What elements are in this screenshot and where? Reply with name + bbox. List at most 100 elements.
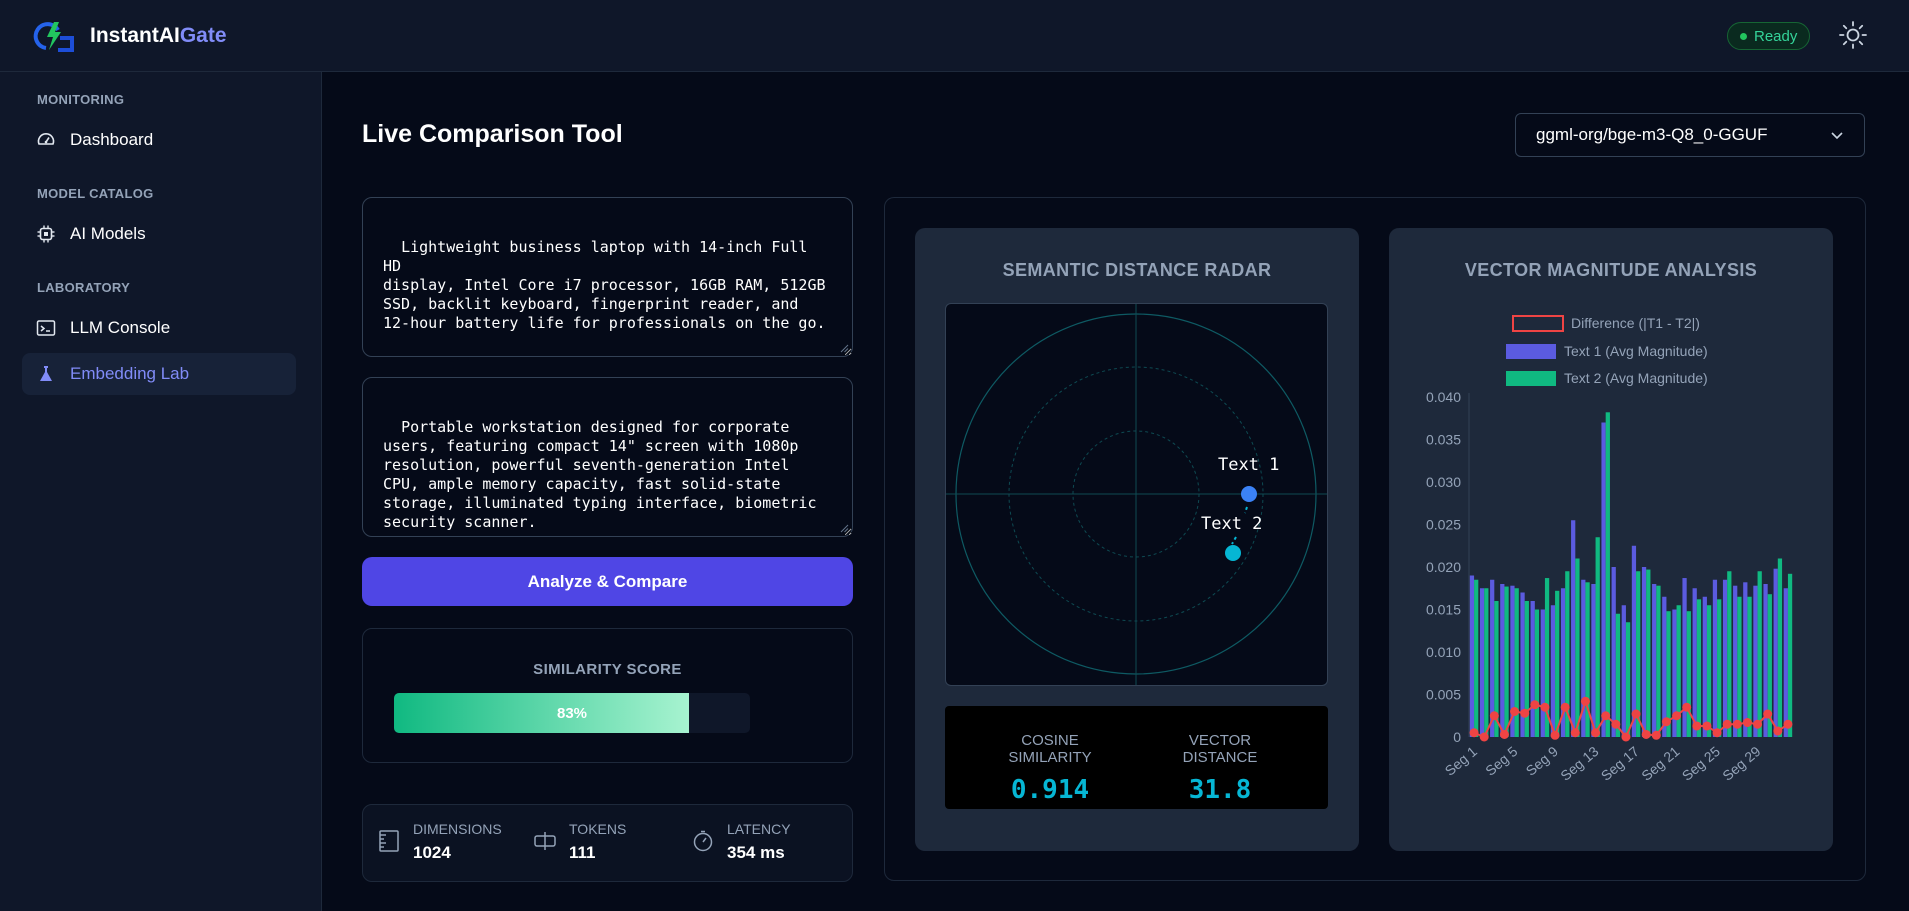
legend-label: Text 2 (Avg Magnitude) [1564, 370, 1708, 386]
legend-swatch [1506, 344, 1556, 359]
bar-text1 [1631, 545, 1637, 737]
magnitude-chart: 0 0.005 0.010 0.015 0.020 0.025 0.030 0.035 0.04… [1426, 315, 1793, 784]
radar-point-text1 [1241, 486, 1257, 502]
x-tick-label: Seg 9 [1523, 743, 1561, 779]
resize-handle-icon[interactable] [840, 344, 849, 353]
bar-text1 [1621, 605, 1626, 737]
difference-point [1560, 702, 1570, 712]
stat-value: 111 [569, 843, 596, 862]
stat-value: 1024 [413, 843, 451, 862]
stat-dimensions: DIMENSIONS 1024 [377, 821, 502, 863]
sidebar-item-embedding-lab[interactable]: Embedding Lab [22, 353, 296, 395]
sidebar-section-model-catalog: MODEL CATALOG [37, 186, 154, 201]
difference-point [1651, 730, 1661, 740]
difference-point [1601, 711, 1611, 721]
bar-text1 [1662, 596, 1667, 737]
text2-value: Portable workstation designed for corpor… [383, 418, 817, 531]
stat-tokens: TOKENS 111 [533, 821, 626, 863]
top-bar: InstantAIGate Ready [0, 0, 1909, 72]
bar-text2 [1727, 571, 1732, 737]
bar-text1 [1692, 588, 1697, 737]
sun-icon[interactable] [1838, 20, 1868, 50]
bar-text2 [1555, 590, 1560, 737]
difference-point [1702, 721, 1712, 731]
sidebar-item-label: Embedding Lab [70, 364, 190, 383]
y-tick-label: 0.030 [1426, 474, 1461, 490]
difference-point [1570, 728, 1580, 738]
bar-text2 [1474, 579, 1479, 737]
difference-point [1489, 711, 1499, 721]
resize-handle-icon[interactable] [840, 524, 849, 533]
stat-latency: LATENCY 354 ms [691, 821, 791, 863]
bar-text1 [1712, 579, 1718, 737]
bar-text2 [1696, 599, 1702, 737]
chevron-down-icon [1831, 132, 1843, 140]
difference-point [1641, 729, 1651, 739]
sidebar-item-llm-console[interactable]: LLM Console [22, 307, 296, 349]
bar-text1 [1682, 578, 1687, 737]
text1-value: Lightweight business laptop with 14-inch… [383, 238, 826, 332]
radar-plot: Text 1 Text 2 [946, 304, 1327, 685]
logo-icon [33, 22, 74, 52]
sidebar-section-laboratory: LABORATORY [37, 280, 131, 295]
bar-text1 [1611, 567, 1616, 737]
legend-swatch [1506, 371, 1556, 386]
metric-value: 0.914 [1010, 775, 1090, 805]
terminal-icon [36, 318, 56, 338]
bar-text2 [1737, 596, 1742, 737]
bar-text2 [1615, 613, 1621, 737]
y-tick-label: 0.005 [1426, 687, 1461, 703]
stat-label: LATENCY [727, 821, 791, 837]
x-tick-label: Seg 5 [1482, 743, 1520, 779]
bar-text1 [1773, 568, 1778, 737]
cosine-similarity-metric: COSINE SIMILARITY 0.914 [985, 732, 1115, 805]
difference-point [1773, 726, 1783, 736]
ruler-icon [379, 830, 399, 852]
stats-bar: DIMENSIONS 1024 TOKENS 111 LATENCY 354 m… [362, 804, 853, 882]
y-tick-label: 0.035 [1426, 432, 1461, 448]
bar-text2 [1646, 569, 1651, 737]
difference-point [1580, 696, 1590, 706]
bar-text1 [1469, 575, 1475, 737]
vector-distance-metric: VECTOR DISTANCE 31.8 [1155, 732, 1285, 805]
y-tick-label: 0 [1453, 729, 1461, 745]
semantic-radar-card: SEMANTIC DISTANCE RADAR Text 1 Text 2 CO… [915, 228, 1359, 851]
status-dot-icon [1740, 32, 1747, 40]
sidebar-item-label: LLM Console [70, 318, 171, 337]
brand-main: InstantAI [90, 24, 180, 47]
difference-point [1621, 732, 1631, 742]
model-select[interactable]: ggml-org/bge-m3-Q8_0-GGUF [1515, 113, 1865, 157]
model-select-value: ggml-org/bge-m3-Q8_0-GGUF [1536, 125, 1768, 144]
text1-input[interactable]: Lightweight business laptop with 14-inch… [362, 197, 853, 357]
text2-input[interactable]: Portable workstation designed for corpor… [362, 377, 853, 537]
difference-point [1530, 700, 1540, 710]
analyze-compare-button[interactable]: Analyze & Compare [362, 557, 853, 606]
y-tick-label: 0.020 [1426, 559, 1461, 575]
page-title: Live Comparison Tool [362, 120, 623, 148]
similarity-score-card: SIMILARITY SCORE 83% [362, 628, 853, 763]
cpu-chip-icon [36, 224, 56, 244]
difference-point [1499, 729, 1509, 739]
sidebar-item-dashboard[interactable]: Dashboard [22, 119, 296, 161]
y-tick-label: 0.025 [1426, 517, 1461, 533]
stopwatch-icon [693, 830, 713, 852]
bar-text1 [1601, 422, 1606, 737]
bar-text1 [1733, 585, 1738, 737]
difference-point [1783, 719, 1793, 729]
bar-text2 [1605, 412, 1610, 737]
bar-text2 [1686, 611, 1691, 737]
brand-accent: Gate [179, 24, 227, 47]
stat-label: DIMENSIONS [413, 821, 502, 837]
similarity-bar: 83% [394, 693, 750, 733]
difference-point [1469, 728, 1479, 738]
sidebar-item-ai-models[interactable]: AI Models [22, 213, 296, 255]
bar-text1 [1743, 582, 1748, 737]
difference-point [1550, 730, 1560, 740]
difference-point [1692, 721, 1702, 731]
difference-point [1742, 718, 1752, 728]
bar-text1 [1591, 584, 1596, 737]
bar-text1 [1530, 601, 1535, 737]
bar-text1 [1702, 596, 1707, 737]
sidebar-item-label: Dashboard [70, 130, 154, 149]
x-tick-label: Seg 1 [1442, 743, 1480, 779]
